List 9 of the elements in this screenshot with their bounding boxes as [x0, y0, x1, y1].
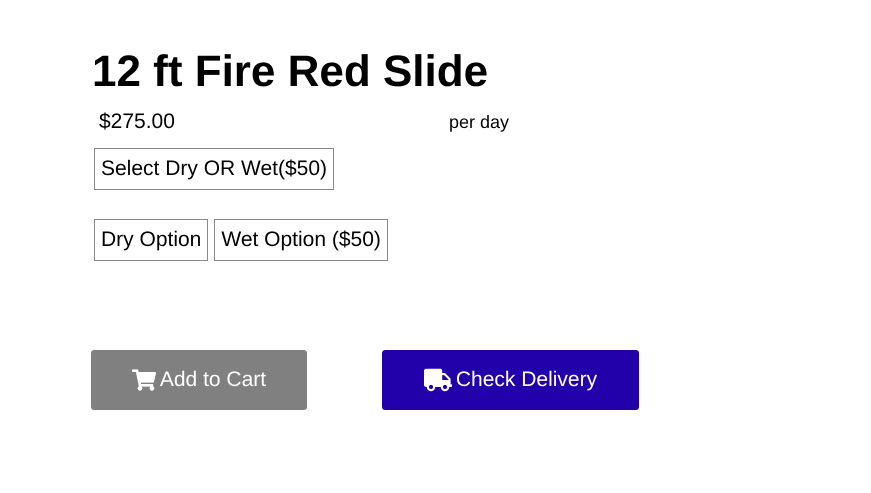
option-button[interactable]: Wet Option ($50)	[214, 219, 388, 261]
price: $275.00	[99, 110, 176, 134]
product-title: 12 ft Fire Red Slide	[92, 46, 490, 98]
price-unit: per day	[449, 112, 510, 133]
truck-icon	[424, 366, 452, 394]
cart-icon	[132, 368, 156, 392]
check-delivery-button[interactable]: Check Delivery	[382, 350, 639, 410]
option-button[interactable]: Dry Option	[94, 219, 208, 261]
option-group-label: Select Dry OR Wet($50)	[94, 148, 334, 190]
